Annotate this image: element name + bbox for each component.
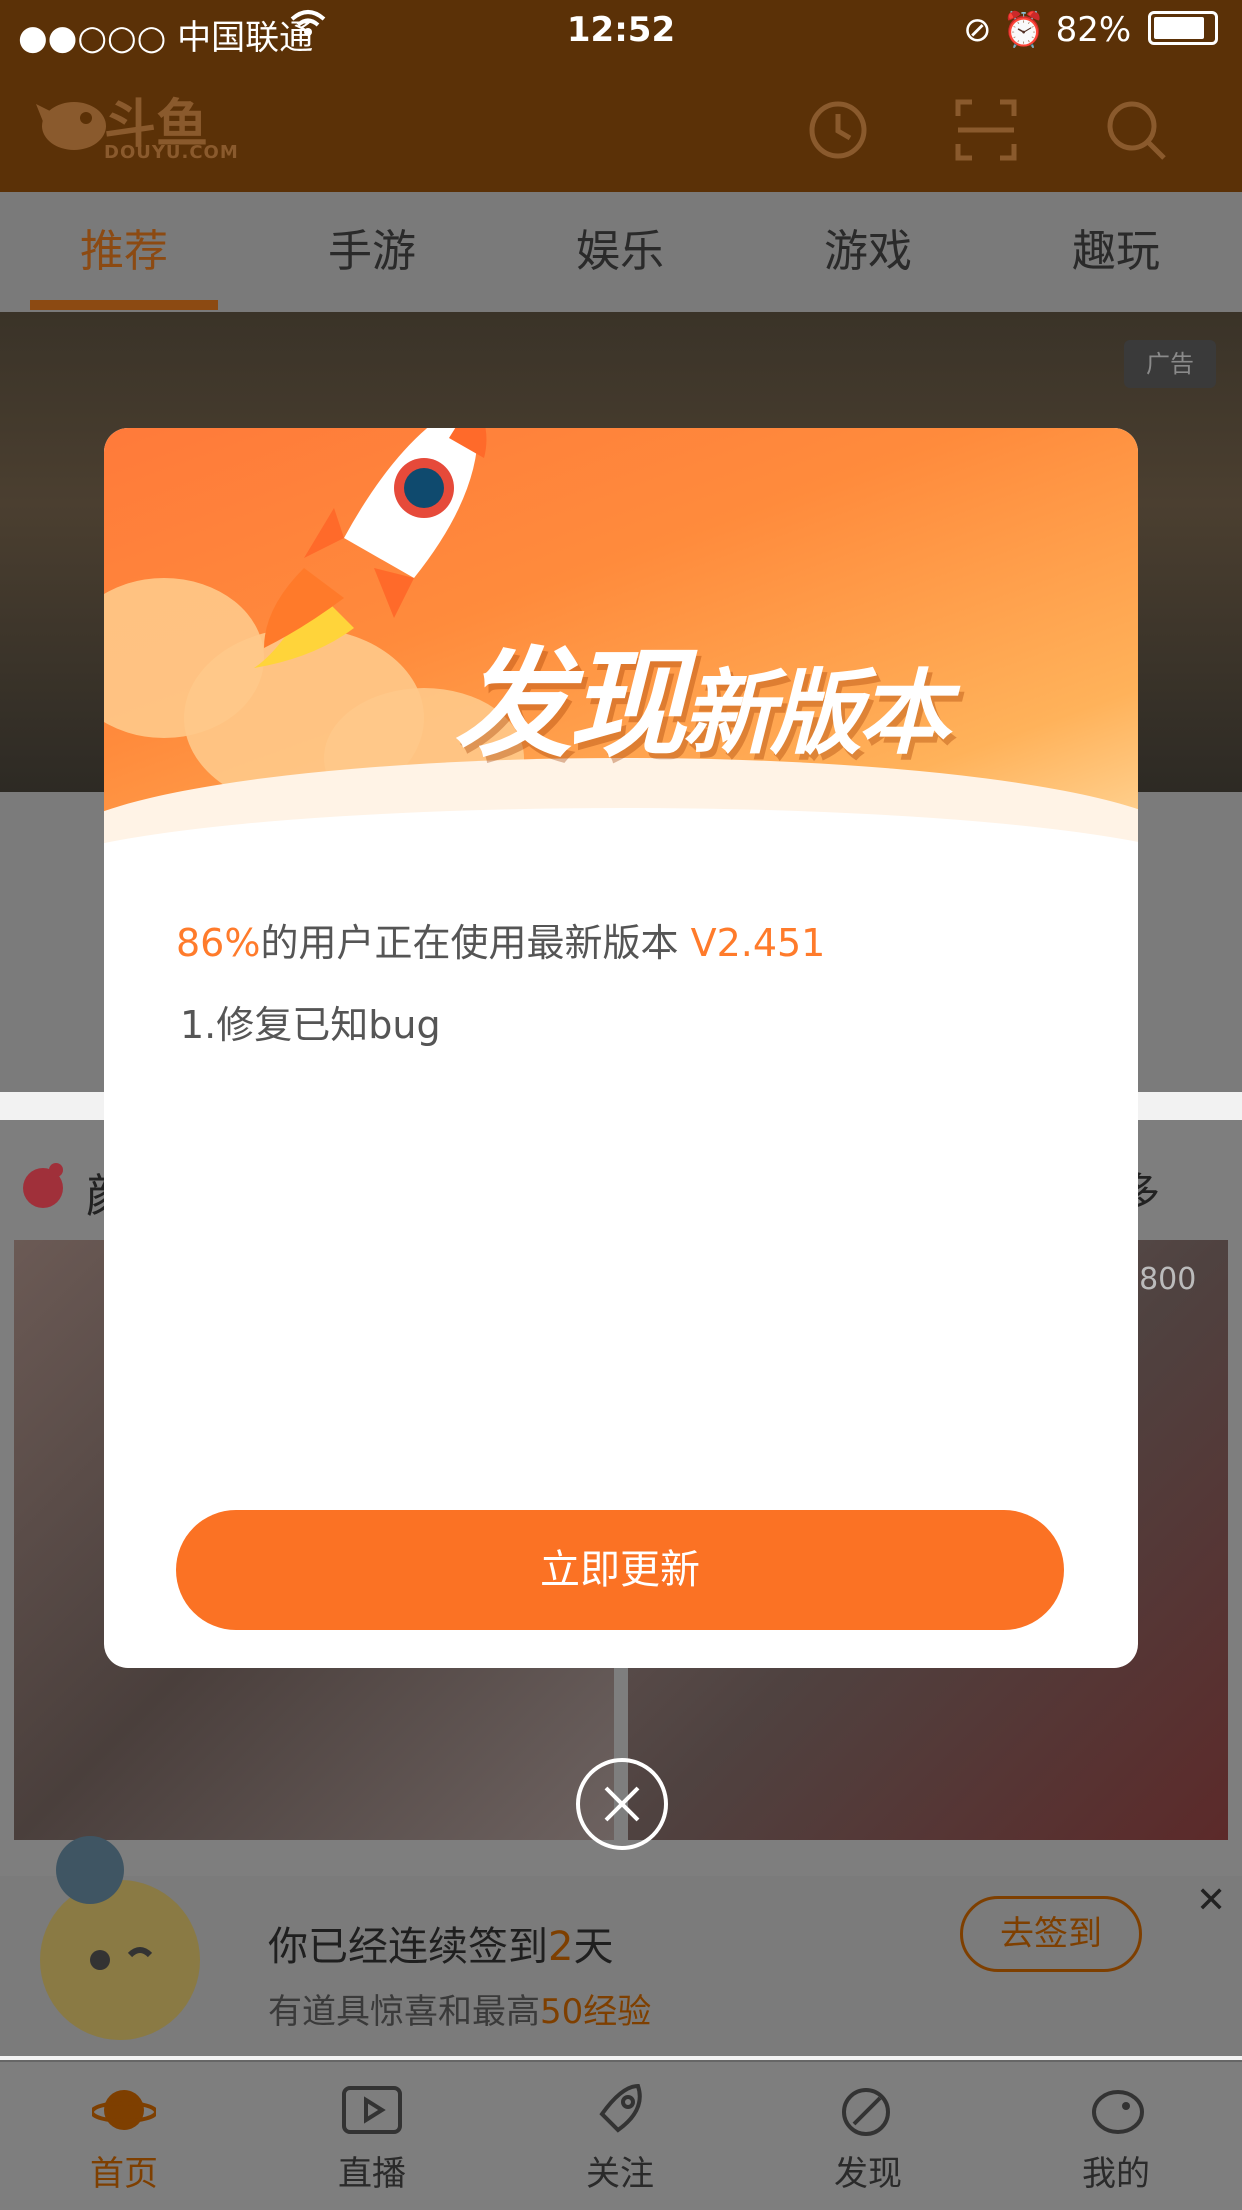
signin-subtitle: 有道具惊喜和最高50经验	[268, 1992, 652, 2032]
alarm-icon: ⏰	[1002, 10, 1045, 50]
scan-icon[interactable]	[954, 98, 1018, 162]
ad-badge: 广告	[1124, 340, 1216, 388]
dialog-close-button[interactable]	[576, 1758, 668, 1850]
close-icon	[604, 1786, 640, 1822]
dialog-title: 发现新版本	[454, 635, 950, 773]
app-header: 斗鱼 DOUYU.COM	[0, 62, 1242, 192]
nav-follow[interactable]: 关注	[496, 2060, 744, 2208]
nav-label: 发现	[834, 2154, 902, 2194]
category-tabs: 推荐 手游 娱乐 游戏 趣玩	[0, 192, 1242, 312]
nav-home[interactable]: 首页	[0, 2060, 248, 2208]
battery-percent: 82%	[1055, 10, 1132, 50]
planet-icon	[90, 2080, 158, 2140]
rocket-icon	[588, 2080, 652, 2140]
update-now-button[interactable]: 立即更新	[176, 1510, 1064, 1630]
update-dialog: 发现新版本 86%的用户正在使用最新版本 V2.451 1.修复已知bug 立即…	[104, 428, 1138, 1668]
changelog-item: 1.修复已知bug	[180, 1003, 441, 1047]
tab-indicator	[30, 300, 218, 310]
nav-label: 首页	[90, 2154, 158, 2194]
close-icon[interactable]: ✕	[1196, 1880, 1226, 1921]
logo-subtext: DOUYU.COM	[104, 142, 239, 163]
tab-mobile-games[interactable]: 手游	[248, 192, 496, 312]
history-icon[interactable]	[806, 98, 870, 162]
signin-title: 你已经连续签到2天	[268, 1924, 614, 1970]
nav-label: 我的	[1082, 2154, 1150, 2194]
play-icon	[340, 2080, 404, 2140]
satellite-icon	[836, 2080, 900, 2140]
battery-group: ⊘ ⏰ 82%	[963, 10, 1218, 50]
beauty-section-icon	[18, 1160, 68, 1210]
tab-entertainment[interactable]: 娱乐	[496, 192, 744, 312]
nav-profile[interactable]: 我的	[992, 2060, 1240, 2208]
rotation-lock-icon: ⊘	[963, 10, 992, 50]
mascot-image	[20, 1830, 220, 2060]
tab-games[interactable]: 游戏	[744, 192, 992, 312]
nav-live[interactable]: 直播	[248, 2060, 496, 2208]
nav-label: 关注	[586, 2154, 654, 2194]
signin-button[interactable]: 去签到	[960, 1896, 1142, 1972]
tab-fun[interactable]: 趣玩	[992, 192, 1240, 312]
battery-icon	[1148, 11, 1218, 45]
search-icon[interactable]	[1104, 98, 1168, 162]
status-bar: ●●○○○ 中国联通 12:52 ⊘ ⏰ 82%	[0, 0, 1242, 62]
version-info: 86%的用户正在使用最新版本 V2.451	[176, 921, 826, 965]
nav-label: 直播	[338, 2154, 406, 2194]
fish-icon	[1084, 2080, 1148, 2140]
nav-discover[interactable]: 发现	[744, 2060, 992, 2208]
tab-recommend[interactable]: 推荐	[0, 192, 248, 312]
